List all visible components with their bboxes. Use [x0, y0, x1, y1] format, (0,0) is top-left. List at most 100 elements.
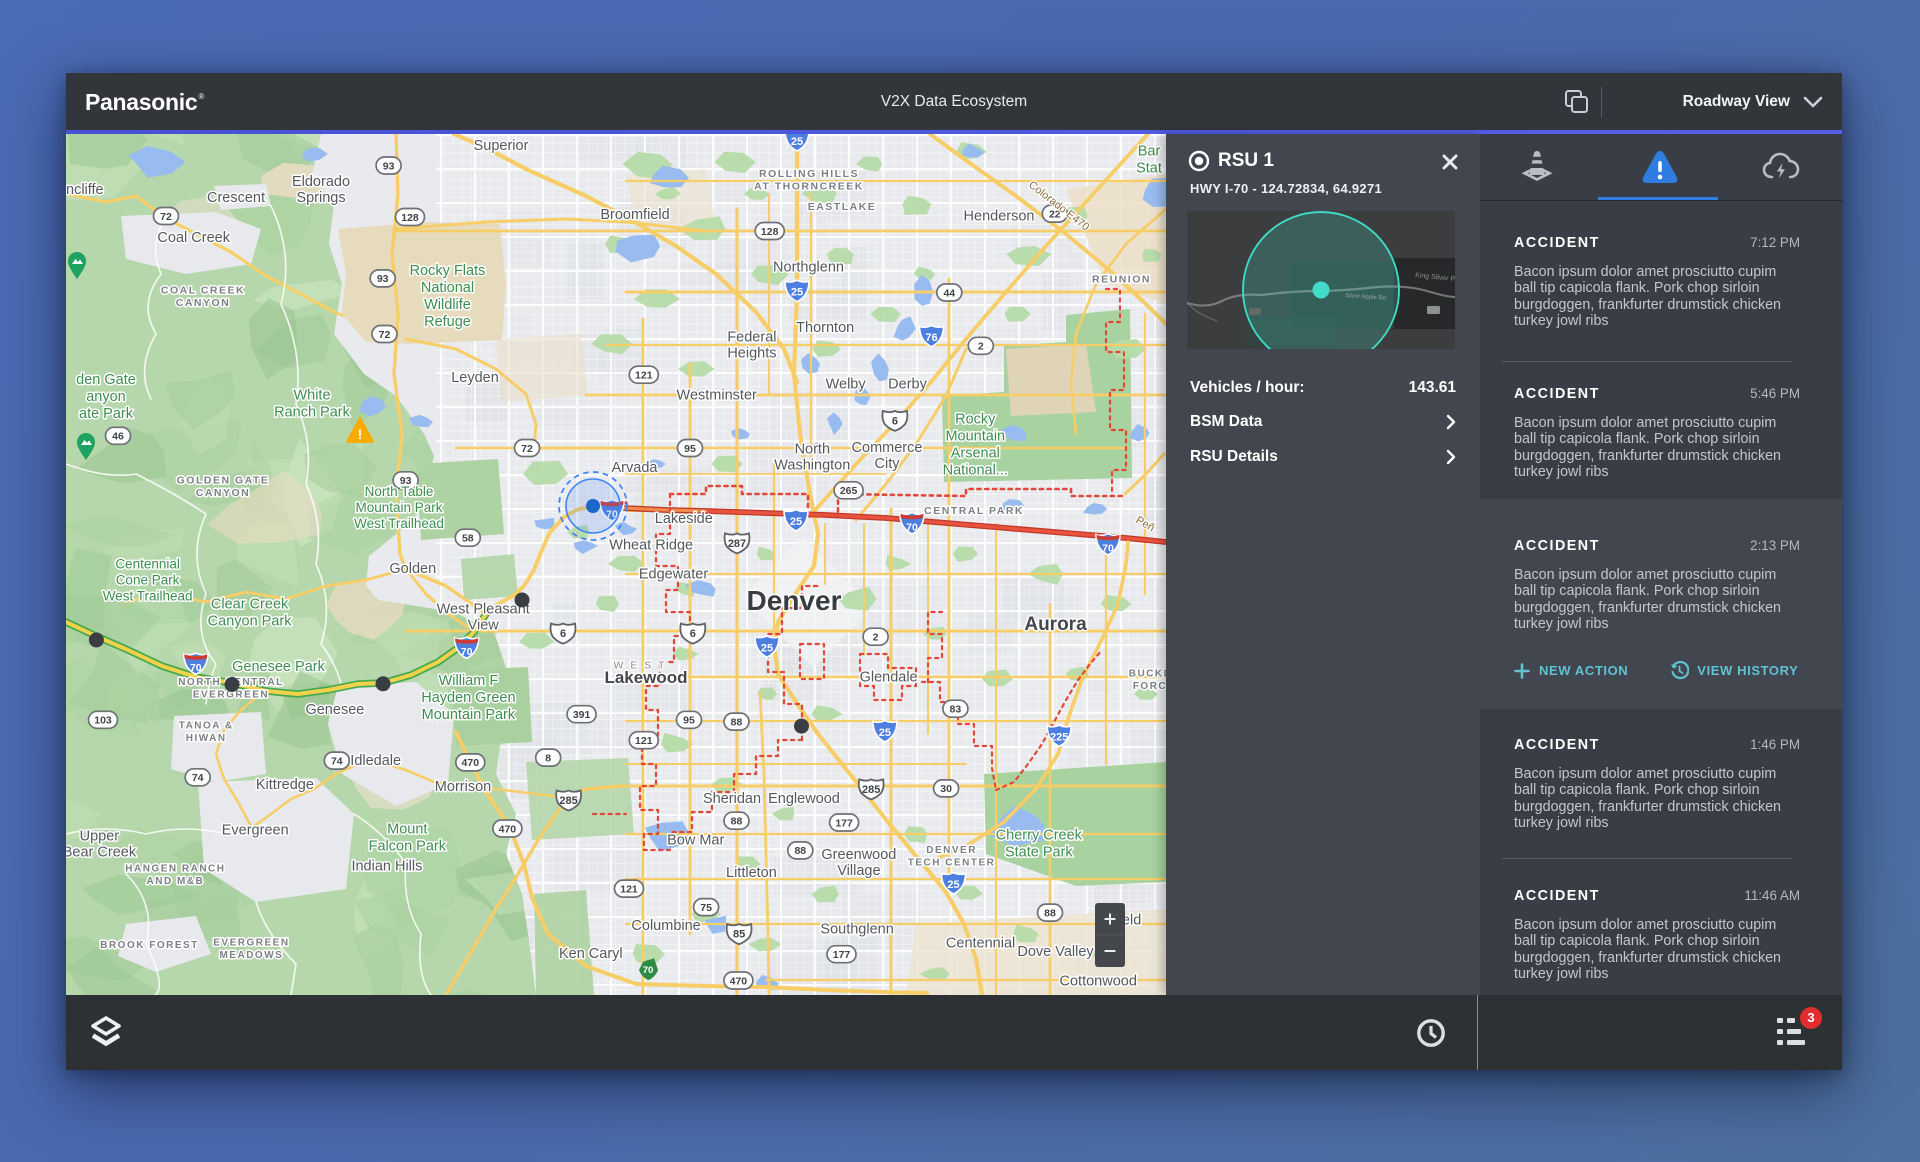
svg-text:93: 93 [383, 160, 395, 172]
svg-text:70: 70 [643, 965, 654, 976]
svg-text:285: 285 [862, 784, 880, 796]
svg-text:Clear Creek: Clear Creek [211, 597, 289, 613]
svg-text:6: 6 [560, 628, 566, 640]
svg-text:Refuge: Refuge [424, 314, 471, 330]
svg-text:Greenwood: Greenwood [821, 847, 896, 863]
svg-text:Golden: Golden [389, 561, 436, 577]
svg-text:6: 6 [690, 628, 696, 640]
svg-text:88: 88 [731, 816, 743, 828]
svg-text:Genesee Park: Genesee Park [232, 659, 325, 675]
svg-text:25: 25 [947, 879, 959, 891]
svg-text:Bar: Bar [1138, 144, 1161, 160]
svg-text:Rocky: Rocky [955, 412, 996, 428]
svg-text:Upper: Upper [80, 828, 120, 844]
svg-text:Edgewater: Edgewater [639, 566, 708, 582]
svg-text:Crescent: Crescent [207, 190, 265, 206]
svg-text:58: 58 [462, 533, 474, 545]
svg-text:GOLDEN GATE: GOLDEN GATE [177, 474, 270, 486]
svg-text:National: National [421, 280, 474, 296]
svg-text:Aurora: Aurora [1024, 614, 1087, 635]
svg-text:44: 44 [943, 287, 955, 299]
svg-text:Heights: Heights [727, 345, 776, 361]
svg-text:72: 72 [379, 329, 391, 341]
svg-text:Southglenn: Southglenn [820, 922, 893, 938]
svg-text:ate Park: ate Park [79, 406, 134, 422]
svg-text:Eldorado: Eldorado [292, 174, 350, 190]
svg-text:70: 70 [190, 662, 202, 674]
svg-text:FORC: FORC [1133, 681, 1166, 692]
svg-text:83: 83 [950, 704, 962, 716]
svg-text:103: 103 [94, 715, 112, 727]
svg-text:Northglenn: Northglenn [773, 260, 844, 276]
svg-text:Indian Hills: Indian Hills [351, 859, 422, 875]
svg-text:70: 70 [1102, 543, 1114, 555]
svg-text:75: 75 [700, 902, 712, 914]
svg-text:HIWAN: HIWAN [186, 733, 227, 744]
svg-text:Washington: Washington [774, 457, 850, 473]
svg-text:70: 70 [461, 646, 473, 658]
svg-text:Cottonwood: Cottonwood [1060, 974, 1137, 990]
svg-text:74: 74 [192, 772, 204, 784]
svg-text:View: View [468, 617, 500, 633]
svg-text:Village: Village [837, 863, 880, 879]
svg-text:ROLLING HILLS: ROLLING HILLS [759, 168, 859, 180]
svg-text:Sheridan: Sheridan [703, 791, 761, 807]
svg-text:State Park: State Park [1005, 845, 1073, 861]
svg-text:TANOA &: TANOA & [179, 721, 234, 732]
svg-text:West Trailhead: West Trailhead [103, 588, 193, 603]
svg-text:470: 470 [499, 823, 517, 835]
svg-text:Bear Creek: Bear Creek [66, 844, 137, 860]
svg-text:285: 285 [559, 795, 577, 807]
svg-text:Rocky Flats: Rocky Flats [410, 263, 486, 279]
svg-text:DENVER: DENVER [926, 845, 977, 856]
svg-text:CANYON: CANYON [176, 297, 231, 309]
svg-text:470: 470 [730, 975, 748, 987]
svg-text:Hayden Green: Hayden Green [421, 690, 515, 706]
svg-text:Commerce: Commerce [852, 440, 923, 456]
svg-text:CENTRAL PARK: CENTRAL PARK [924, 505, 1024, 517]
svg-text:TECH CENTER: TECH CENTER [908, 857, 996, 868]
svg-text:391: 391 [573, 709, 591, 721]
svg-text:Coal Creek: Coal Creek [157, 230, 230, 246]
svg-text:Broomfield: Broomfield [600, 207, 669, 223]
svg-text:46: 46 [112, 431, 124, 443]
svg-text:Canyon Park: Canyon Park [208, 614, 293, 630]
svg-text:Wheat Ridge: Wheat Ridge [609, 537, 693, 553]
svg-text:Mountain Park: Mountain Park [422, 707, 516, 723]
svg-text:95: 95 [683, 715, 695, 727]
svg-text:Ken Caryl: Ken Caryl [559, 946, 623, 962]
svg-text:Arvada: Arvada [612, 460, 659, 476]
svg-text:Cone Park: Cone Park [116, 572, 180, 587]
svg-text:85: 85 [733, 929, 745, 941]
svg-text:REUNION: REUNION [1092, 273, 1151, 285]
svg-text:Glendale: Glendale [860, 670, 918, 686]
svg-text:Mountain Park: Mountain Park [355, 500, 442, 515]
svg-text:121: 121 [635, 370, 653, 382]
svg-text:225: 225 [1050, 731, 1068, 743]
svg-text:Englewood: Englewood [768, 791, 840, 807]
svg-text:Centennial: Centennial [946, 935, 1015, 951]
svg-text:121: 121 [620, 883, 638, 895]
svg-text:AT THORNCREEK: AT THORNCREEK [754, 180, 864, 192]
svg-text:BUCKL: BUCKL [1129, 669, 1166, 680]
svg-text:88: 88 [794, 845, 806, 857]
svg-text:Dove Valley: Dove Valley [1017, 944, 1094, 960]
svg-text:Falcon Park: Falcon Park [369, 839, 447, 855]
svg-text:Mount: Mount [387, 822, 427, 838]
svg-text:Arsenal: Arsenal [951, 446, 1000, 462]
svg-text:Wildlife: Wildlife [424, 297, 471, 313]
svg-text:Lakeside: Lakeside [655, 511, 713, 527]
svg-text:BROOK FOREST: BROOK FOREST [100, 940, 199, 951]
svg-text:Centennial: Centennial [115, 556, 180, 571]
svg-text:EASTLAKE: EASTLAKE [808, 201, 877, 213]
svg-text:AND M&B: AND M&B [147, 876, 205, 887]
svg-text:den Gate: den Gate [76, 372, 136, 388]
svg-text:COAL CREEK: COAL CREEK [161, 284, 245, 296]
svg-text:6: 6 [892, 415, 898, 427]
svg-text:Thornton: Thornton [796, 320, 854, 336]
svg-text:anyon: anyon [86, 389, 126, 405]
svg-text:HANGEN RANCH: HANGEN RANCH [125, 863, 225, 874]
svg-text:William F: William F [439, 673, 499, 689]
svg-text:72: 72 [160, 211, 172, 223]
svg-text:Federal: Federal [727, 329, 776, 345]
